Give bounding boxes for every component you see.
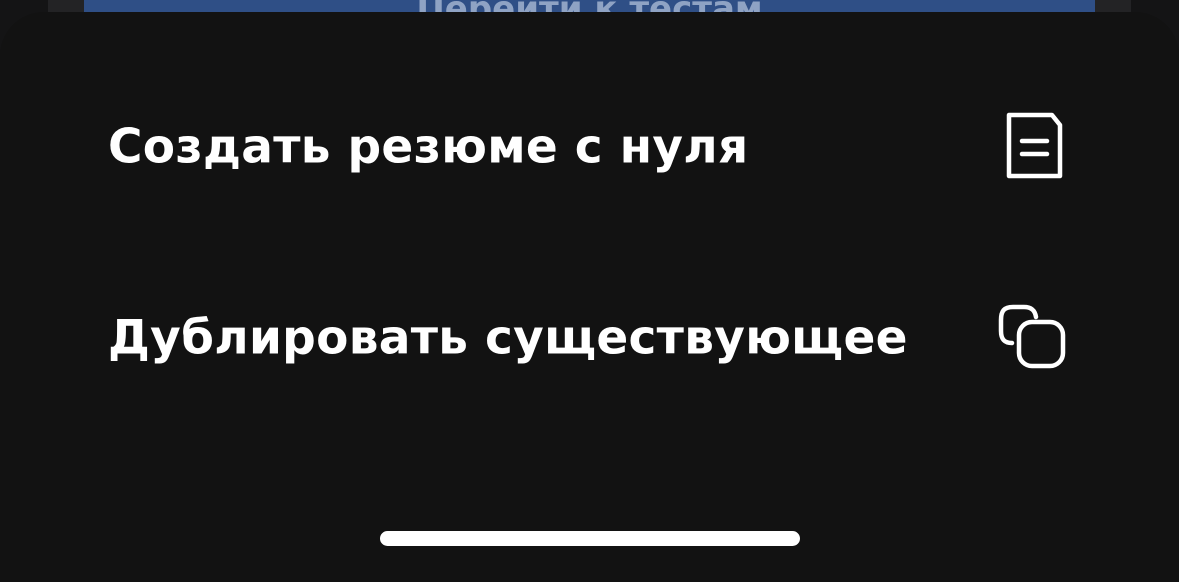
background-tests-button: Перейти к тестам (84, 0, 1095, 12)
duplicate-icon (992, 303, 1076, 373)
action-sheet: Создать резюме с нуля Дублировать сущест… (0, 12, 1179, 582)
home-indicator[interactable] (380, 531, 800, 546)
background-tests-button-label: Перейти к тестам (416, 0, 762, 12)
document-icon (1000, 112, 1070, 182)
duplicate-existing-label: Дублировать существующее (108, 310, 908, 366)
duplicate-existing-item[interactable]: Дублировать существующее (0, 273, 1179, 403)
create-resume-label: Создать резюме с нуля (108, 119, 749, 175)
create-resume-from-scratch-item[interactable]: Создать резюме с нуля (0, 82, 1179, 212)
